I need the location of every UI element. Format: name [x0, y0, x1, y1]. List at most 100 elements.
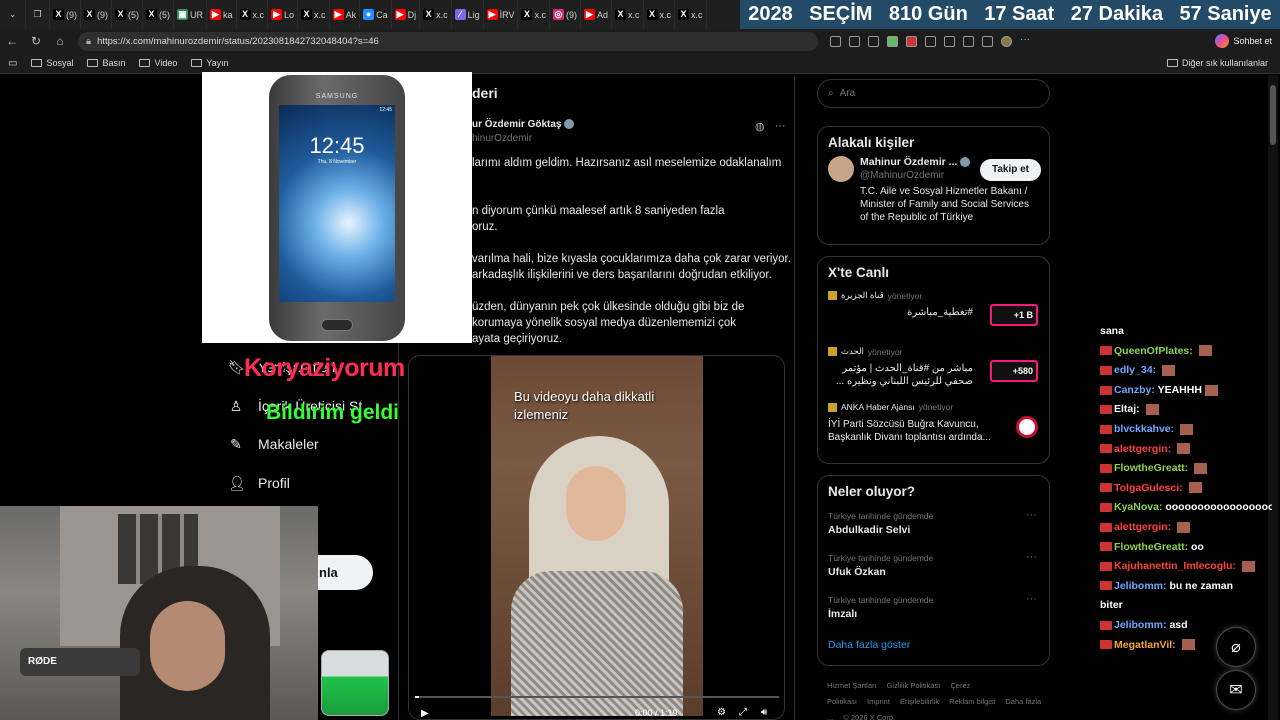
bookmark-folder-video[interactable]: Video: [139, 58, 177, 68]
chat-username[interactable]: MegatlanVil:: [1114, 639, 1176, 651]
browser-tab[interactable]: Xx.c: [237, 0, 269, 29]
browser-tab[interactable]: X (5): [143, 0, 174, 29]
browser-tab[interactable]: ▣ UR: [174, 0, 207, 29]
folder-icon: [139, 59, 151, 67]
chat-username[interactable]: Jelibomm:: [1114, 619, 1167, 631]
post-handle[interactable]: hinurOzdemir: [472, 133, 532, 144]
refresh-icon[interactable]: ↻: [24, 34, 48, 48]
volume-icon[interactable]: 🔊︎: [761, 707, 767, 718]
browser-tab[interactable]: X (9): [50, 0, 81, 29]
more-options-icon[interactable]: ···: [775, 120, 786, 133]
copilot-chat-button[interactable]: Sohbet et: [1215, 34, 1272, 48]
tab-list-button[interactable]: ⌄: [0, 0, 26, 29]
avatar[interactable]: [828, 156, 854, 182]
browser-tab[interactable]: ▶ Lo: [268, 0, 299, 29]
browser-tab[interactable]: ◎ (9): [550, 0, 581, 29]
browser-tab[interactable]: ▶ Ak: [330, 0, 361, 29]
more-options-icon[interactable]: ···: [1026, 551, 1037, 563]
browser-tab[interactable]: Xx.c: [644, 0, 676, 29]
browser-tab[interactable]: Xx.c: [298, 0, 330, 29]
related-person[interactable]: Mahinur Özdemir ... @MahinurOzdemir Taki…: [818, 150, 1049, 230]
address-input[interactable]: 🔒︎ https://x.com/mahinurozdemir/status/2…: [78, 31, 818, 51]
browser-tab[interactable]: Xx.c: [612, 0, 644, 29]
live-item[interactable]: الحدث yönetiyor مباشر من #قناة_الحدث | مؤ…: [818, 342, 1049, 398]
bookmark-folder-basin[interactable]: Basın: [87, 58, 125, 68]
play-icon[interactable]: ▶: [421, 708, 429, 719]
reading-list-icon[interactable]: ▭: [8, 58, 17, 69]
chat-username[interactable]: sana: [1100, 325, 1124, 337]
chat-username[interactable]: blvckkahve:: [1114, 423, 1174, 435]
browser-tab[interactable]: ▶ İRV: [484, 0, 519, 29]
browser-tab[interactable]: ▶ Ad: [581, 0, 612, 29]
puzzle-icon[interactable]: [925, 35, 936, 47]
extension-icon[interactable]: [906, 35, 917, 47]
chat-username[interactable]: QueenOfPlates:: [1114, 345, 1193, 357]
favorites-icon[interactable]: [963, 35, 974, 47]
trend-item[interactable]: Türkiye tarihinde gündemde Ufuk Özkan ···: [818, 549, 1049, 591]
browser-tab[interactable]: Xx.c: [420, 0, 452, 29]
chat-badge-icon: [1100, 581, 1112, 591]
video-progress-bar[interactable]: [415, 696, 779, 698]
settings-icon[interactable]: ⚙: [717, 707, 726, 718]
browser-tab[interactable]: ● Ca: [360, 0, 392, 29]
extension-icon[interactable]: [830, 35, 841, 47]
chat-username[interactable]: alettgergin:: [1114, 443, 1171, 455]
footer-link[interactable]: Erişilebilirlik: [900, 697, 939, 706]
other-bookmarks-folder[interactable]: Diğer sık kullanılanlar: [1166, 58, 1268, 68]
messages-button[interactable]: ✉: [1216, 670, 1256, 710]
search-input[interactable]: ⌕ Ara: [817, 79, 1050, 108]
fullscreen-icon[interactable]: ⤢: [739, 707, 747, 718]
chat-username[interactable]: alettgergin:: [1114, 521, 1171, 533]
footer-link[interactable]: Gizlilik Politikası: [887, 681, 941, 690]
back-icon[interactable]: ←: [0, 34, 24, 48]
chat-username[interactable]: Eltaj:: [1114, 403, 1140, 415]
live-item[interactable]: قناة الجزيرة yönetiyor #تغطية_مباشرة +1 B: [818, 286, 1049, 342]
grok-icon[interactable]: ◍: [755, 120, 765, 133]
chat-username[interactable]: Kajuhanettin_Imlecoglu:: [1114, 560, 1236, 572]
browser-tab[interactable]: X (5): [112, 0, 143, 29]
follow-button[interactable]: Takip et: [980, 159, 1041, 181]
profile-avatar-icon[interactable]: [1001, 35, 1012, 47]
footer-link[interactable]: Hizmet Şartları: [827, 681, 877, 690]
browser-tab[interactable]: ⁄ Lig: [452, 0, 484, 29]
video-player[interactable]: Bu videoyu daha dikkatli izlemeniz ▶ 0:0…: [408, 355, 785, 720]
browser-tab[interactable]: X (9): [81, 0, 112, 29]
chat-username[interactable]: TolgaGulesci:: [1114, 482, 1183, 494]
extension-icon[interactable]: [849, 35, 860, 47]
trend-item[interactable]: Türkiye tarihinde gündemde Abdulkadir Sel…: [818, 507, 1049, 549]
person-name[interactable]: Mahinur Özdemir ...: [860, 156, 971, 168]
footer-link[interactable]: Reklam bilgisi: [949, 697, 995, 706]
chat-username[interactable]: KyaNova:: [1114, 501, 1162, 513]
more-options-icon[interactable]: ···: [1026, 509, 1037, 521]
show-more-link[interactable]: Daha fazla göster: [828, 639, 1039, 651]
footer-link[interactable]: Imprint: [867, 697, 890, 706]
browser-tab[interactable]: Xx.c: [518, 0, 550, 29]
trend-item[interactable]: Türkiye tarihinde gündemde İmzalı ···: [818, 591, 1049, 633]
live-item[interactable]: ANKA Haber Ajansı yönetiyor İYİ Parti Söz…: [818, 398, 1049, 454]
browser-tab[interactable]: ▶ ka: [207, 0, 237, 29]
bookmark-folder-yayin[interactable]: Yayın: [191, 58, 229, 68]
home-icon[interactable]: ⌂: [48, 34, 72, 48]
chat-username[interactable]: Canzby:: [1114, 384, 1155, 396]
nav-profile[interactable]: 👤︎ Profil: [228, 475, 290, 491]
star-icon[interactable]: [868, 35, 879, 47]
post-author[interactable]: ur Özdemir Göktaş: [472, 119, 575, 130]
workspaces-button[interactable]: ❐: [26, 0, 50, 29]
chat-username[interactable]: FlowtheGreatt:: [1114, 541, 1188, 553]
browser-tab[interactable]: Xx.c: [675, 0, 707, 29]
bookmark-label: Diğer sık kullanılanlar: [1181, 58, 1268, 68]
folder-icon: [31, 59, 43, 67]
more-options-icon[interactable]: ···: [1026, 593, 1037, 605]
extension-icon[interactable]: [887, 35, 898, 47]
footer-link[interactable]: © 2026 X Corp.: [843, 713, 895, 720]
chat-username[interactable]: Jelibomm:: [1114, 580, 1167, 592]
nav-articles[interactable]: ✎ Makaleler: [228, 436, 319, 452]
browser-tab[interactable]: ▶ Dj: [392, 0, 421, 29]
bookmark-folder-sosyal[interactable]: Sosyal: [31, 58, 73, 68]
split-screen-icon[interactable]: [944, 35, 955, 47]
scrollbar-thumb[interactable]: [1270, 85, 1276, 145]
chat-username[interactable]: edly_34:: [1114, 364, 1156, 376]
more-icon[interactable]: ···: [1020, 34, 1031, 47]
collections-icon[interactable]: [982, 35, 993, 47]
chat-username[interactable]: FlowtheGreatt:: [1114, 462, 1188, 474]
